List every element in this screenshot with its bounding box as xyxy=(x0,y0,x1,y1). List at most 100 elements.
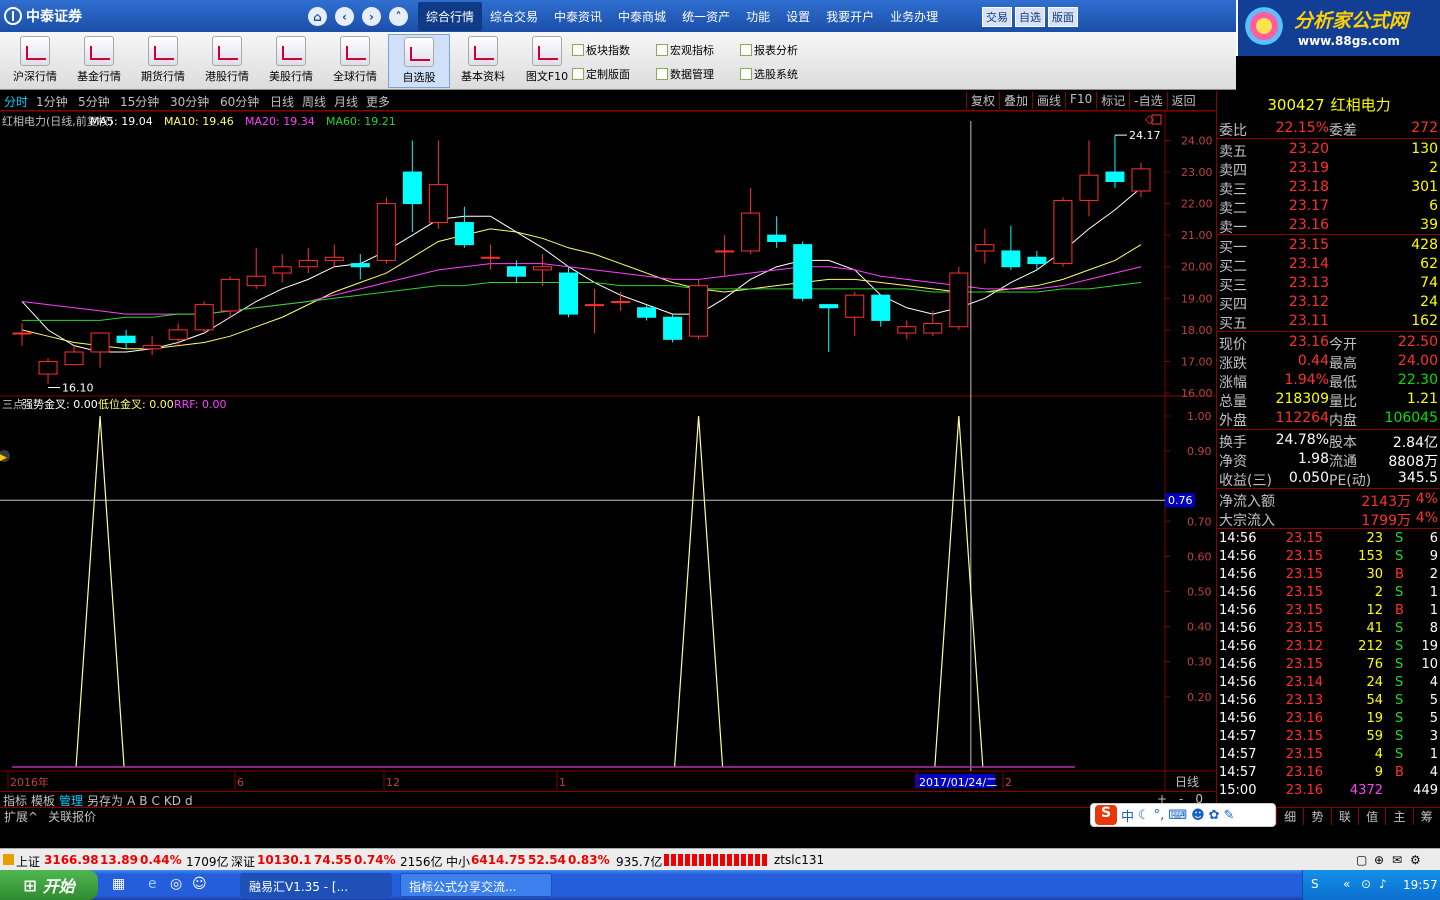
period-3[interactable]: 15分钟 xyxy=(120,93,159,110)
small-tool-0-0[interactable]: 板块指数 xyxy=(572,42,630,58)
chart-button-1[interactable]: 叠加 xyxy=(999,92,1032,109)
ime-toolbar[interactable]: S 中 ☾ °, ⌨ ☻ ✿ ✎ xyxy=(1090,803,1276,827)
forward-icon[interactable]: › xyxy=(362,7,381,26)
label: 买五 xyxy=(1219,316,1247,332)
keyboard-icon[interactable]: ⌨ xyxy=(1168,808,1187,823)
period-9[interactable]: 更多 xyxy=(366,93,390,110)
menu-item-0[interactable]: 综合行情 xyxy=(418,1,483,31)
task-formula-forum[interactable]: 指标公式分享交流... xyxy=(400,873,552,897)
period-2[interactable]: 5分钟 xyxy=(78,93,110,110)
period-8[interactable]: 月线 xyxy=(334,93,358,110)
chart-button-2[interactable]: 画线 xyxy=(1032,92,1065,109)
chart-button-0[interactable]: 复权 xyxy=(966,92,999,109)
label: 净资 xyxy=(1219,454,1247,470)
period-4[interactable]: 30分钟 xyxy=(170,93,209,110)
menu-item-7[interactable]: 我要开户 xyxy=(818,8,882,25)
small-tool-1-0[interactable]: 定制版面 xyxy=(572,66,630,82)
toolbar-button-4[interactable]: 美股行情 xyxy=(260,34,322,88)
ie-icon[interactable]: e xyxy=(148,876,157,892)
period-0[interactable]: 分时 xyxy=(4,93,28,110)
period-1[interactable]: 1分钟 xyxy=(36,93,68,110)
tray-arrow-icon[interactable]: « xyxy=(1343,877,1350,891)
toolbar-button-0[interactable]: 沪深行情 xyxy=(4,34,66,88)
lock-icon[interactable]: ⊕ xyxy=(1374,853,1384,867)
ext-tab-1[interactable]: 关联报价 xyxy=(48,810,96,824)
bottom-tab-3[interactable]: 另存为 xyxy=(87,794,123,808)
trade-button-0[interactable]: 交易 xyxy=(982,7,1012,27)
browser-icon[interactable]: ◎ xyxy=(170,876,182,892)
toolbar-button-8[interactable]: 图文F10 xyxy=(516,34,578,88)
clock[interactable]: 19:57 xyxy=(1403,878,1438,892)
network-icon[interactable]: ⊙ xyxy=(1361,877,1371,891)
bottom-tab-0[interactable]: 指标 xyxy=(3,794,27,808)
quicklaunch-icon[interactable]: ▦ xyxy=(112,876,125,892)
small-tool-1-1[interactable]: 数据管理 xyxy=(656,66,714,82)
toolbar-button-3[interactable]: 港股行情 xyxy=(196,34,258,88)
tick-volume: 24 xyxy=(1366,675,1383,690)
toolbar-button-6[interactable]: 自选股 xyxy=(388,34,450,88)
ext-tab-0[interactable]: 扩展^ xyxy=(4,810,38,824)
toolbar-button-7[interactable]: 基本资料 xyxy=(452,34,514,88)
trade-button-2[interactable]: 版面 xyxy=(1048,7,1078,27)
chart-button-3[interactable]: F10 xyxy=(1065,92,1096,109)
period-7[interactable]: 周线 xyxy=(302,93,326,110)
toolbar-button-1[interactable]: 基金行情 xyxy=(68,34,130,88)
trade-button-1[interactable]: 自选 xyxy=(1015,7,1045,27)
right-tab-3[interactable]: 值 xyxy=(1357,808,1385,825)
sub-ytick-label: 0.40 xyxy=(1187,621,1212,634)
menu-item-4[interactable]: 统一资产 xyxy=(674,8,738,25)
toolbar-button-5[interactable]: 全球行情 xyxy=(324,34,386,88)
chart-button-5[interactable]: -自选 xyxy=(1129,92,1166,109)
start-button[interactable]: ⊞ 开始 xyxy=(0,870,98,900)
menu-item-1[interactable]: 综合交易 xyxy=(482,8,546,25)
chart-button-4[interactable]: 标记 xyxy=(1096,92,1129,109)
period-5[interactable]: 60分钟 xyxy=(220,93,259,110)
right-tab-2[interactable]: 联 xyxy=(1330,808,1358,825)
right-tab-5[interactable]: 筹 xyxy=(1412,808,1440,825)
tick-count: 449 xyxy=(1413,783,1438,798)
volume: 6 xyxy=(1429,198,1438,214)
punct-icon[interactable]: °, xyxy=(1154,808,1165,823)
moon-icon[interactable]: ☾ xyxy=(1138,808,1150,823)
up-icon[interactable]: ˄ xyxy=(389,7,408,26)
right-tab-1[interactable]: 势 xyxy=(1303,808,1330,825)
right-tab-0[interactable]: 细 xyxy=(1276,808,1303,825)
skin-icon[interactable]: ✿ xyxy=(1209,808,1220,823)
bottom-tab-1[interactable]: 模板 xyxy=(31,794,55,808)
ad-banner[interactable]: 分析家公式网 www.88gs.com xyxy=(1236,0,1440,56)
alarm-icon[interactable]: ✉ xyxy=(1392,853,1402,867)
bottom-tab-7[interactable]: KD xyxy=(164,794,181,808)
menu-item-8[interactable]: 业务办理 xyxy=(882,8,946,25)
chart-button-6[interactable]: 返回 xyxy=(1166,92,1200,109)
small-tool-0-1[interactable]: 宏观指标 xyxy=(656,42,714,58)
chart-area[interactable]: 24.00 23.00 22.00 21.00 20.00 19.00 18.00 17.00… xyxy=(0,110,1215,791)
bottom-tab-4[interactable]: A xyxy=(127,794,135,808)
right-tab-4[interactable]: 主 xyxy=(1385,808,1412,825)
menu-item-5[interactable]: 功能 xyxy=(738,8,778,25)
bottom-tab-6[interactable]: C xyxy=(152,794,160,808)
period-6[interactable]: 日线 xyxy=(270,93,294,110)
small-tool-1-2[interactable]: 选股系统 xyxy=(740,66,798,82)
settings-icon[interactable]: ⚙ xyxy=(1410,853,1421,867)
qq-icon[interactable]: ☺ xyxy=(192,876,207,892)
back-icon[interactable]: ‹ xyxy=(335,7,354,26)
bottom-tab-8[interactable]: d xyxy=(185,794,193,808)
bottom-tab-5[interactable]: B xyxy=(139,794,147,808)
ime-lang[interactable]: 中 xyxy=(1121,806,1134,825)
kline-chart-svg[interactable]: 24.0023.0022.0021.0020.0019.0018.0017.00… xyxy=(0,110,1215,791)
toolbar-button-2[interactable]: 期货行情 xyxy=(132,34,194,88)
menu-item-3[interactable]: 中泰商城 xyxy=(610,8,674,25)
chart-icon xyxy=(148,36,178,66)
label: 流通 xyxy=(1329,454,1357,470)
small-tool-0-2[interactable]: 报表分析 xyxy=(740,42,798,58)
user-icon[interactable]: ☻ xyxy=(1191,808,1205,823)
home-icon[interactable]: ⌂ xyxy=(308,7,327,26)
menu-item-6[interactable]: 设置 xyxy=(778,8,818,25)
bottom-tab-2[interactable]: 管理 xyxy=(59,794,83,808)
menu-item-2[interactable]: 中泰资讯 xyxy=(546,8,610,25)
sogou-tray-icon[interactable]: S xyxy=(1311,877,1319,891)
tools-icon[interactable]: ✎ xyxy=(1224,808,1235,823)
window-icon[interactable]: ▢ xyxy=(1356,853,1367,867)
volume-icon[interactable]: ♪ xyxy=(1379,877,1387,891)
task-rongyihui[interactable]: 融易汇V1.35 - [... xyxy=(240,873,392,897)
